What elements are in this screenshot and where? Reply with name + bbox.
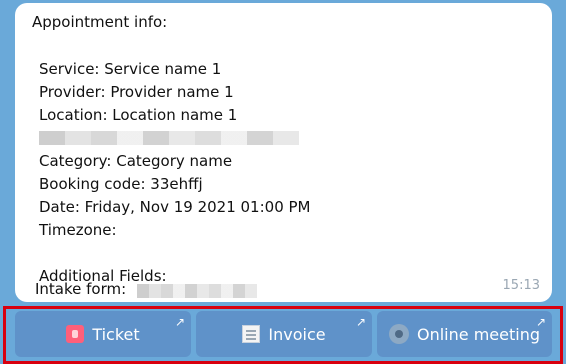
ticket-label: Ticket: [92, 324, 140, 344]
online-meeting-label: Online meeting: [417, 324, 540, 344]
redacted-text: [39, 131, 299, 145]
online-meeting-arrow-icon: ↗: [535, 315, 546, 329]
category-line: Category: Category name: [39, 152, 233, 170]
intake-redacted-text: [136, 284, 257, 298]
online-meeting-button[interactable]: Online meeting ↗: [377, 311, 552, 357]
invoice-button[interactable]: Invoice ↗: [196, 311, 372, 357]
appointment-heading: Appointment info:: [32, 13, 168, 31]
message-time: 15:13: [502, 278, 540, 293]
date-line: Date: Friday, Nov 19 2021 01:00 PM: [39, 198, 311, 216]
ticket-icon: [66, 325, 85, 343]
service-line: Service: Service name 1: [39, 60, 222, 78]
location-line: Location: Location name 1: [39, 106, 238, 124]
meeting-icon: [389, 324, 409, 344]
booking-code-line: Booking code: 33ehffj: [39, 175, 203, 193]
ticket-arrow-icon: ↗: [174, 315, 185, 329]
message-bubble: Appointment info: Service: Service name …: [15, 3, 552, 302]
invoice-arrow-icon: ↗: [355, 315, 366, 329]
redacted-line: [39, 127, 311, 150]
invoice-icon: [242, 325, 261, 343]
appointment-details: Service: Service name 1 Provider: Provid…: [39, 58, 311, 288]
intake-form-line: Intake form:: [35, 280, 257, 298]
ticket-button[interactable]: Ticket ↗: [15, 311, 191, 357]
timezone-line: Timezone:: [39, 221, 117, 239]
intake-form-label: Intake form:: [35, 280, 127, 298]
provider-line: Provider: Provider name 1: [39, 83, 234, 101]
invoice-label: Invoice: [268, 324, 326, 344]
